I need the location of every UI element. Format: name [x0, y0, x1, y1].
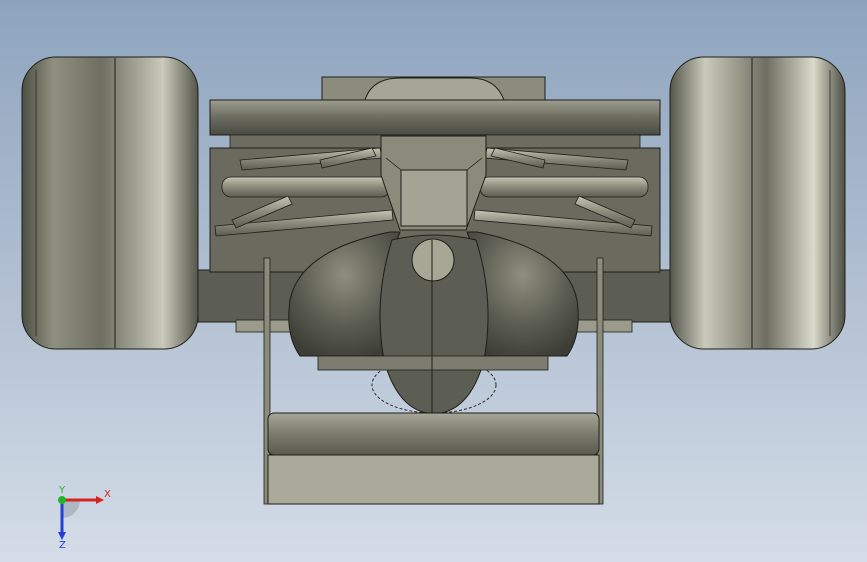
triad-x-arrow-icon	[96, 496, 104, 504]
graphics-viewport[interactable]: X Y Z	[0, 0, 867, 562]
diffuser[interactable]	[288, 231, 579, 415]
f1-car-rear-view-model[interactable]	[0, 0, 867, 562]
gearbox-housing[interactable]	[380, 135, 487, 231]
triad-x-label: X	[104, 489, 111, 500]
triad-y-label: Y	[58, 485, 66, 496]
orientation-triad: X Y Z	[58, 485, 111, 548]
triad-y-axis-icon	[58, 496, 66, 504]
triad-z-arrow-icon	[58, 532, 66, 540]
left-rear-tire[interactable]	[21, 56, 199, 350]
right-rear-tire[interactable]	[669, 56, 846, 350]
triad-z-label: Z	[59, 540, 66, 548]
